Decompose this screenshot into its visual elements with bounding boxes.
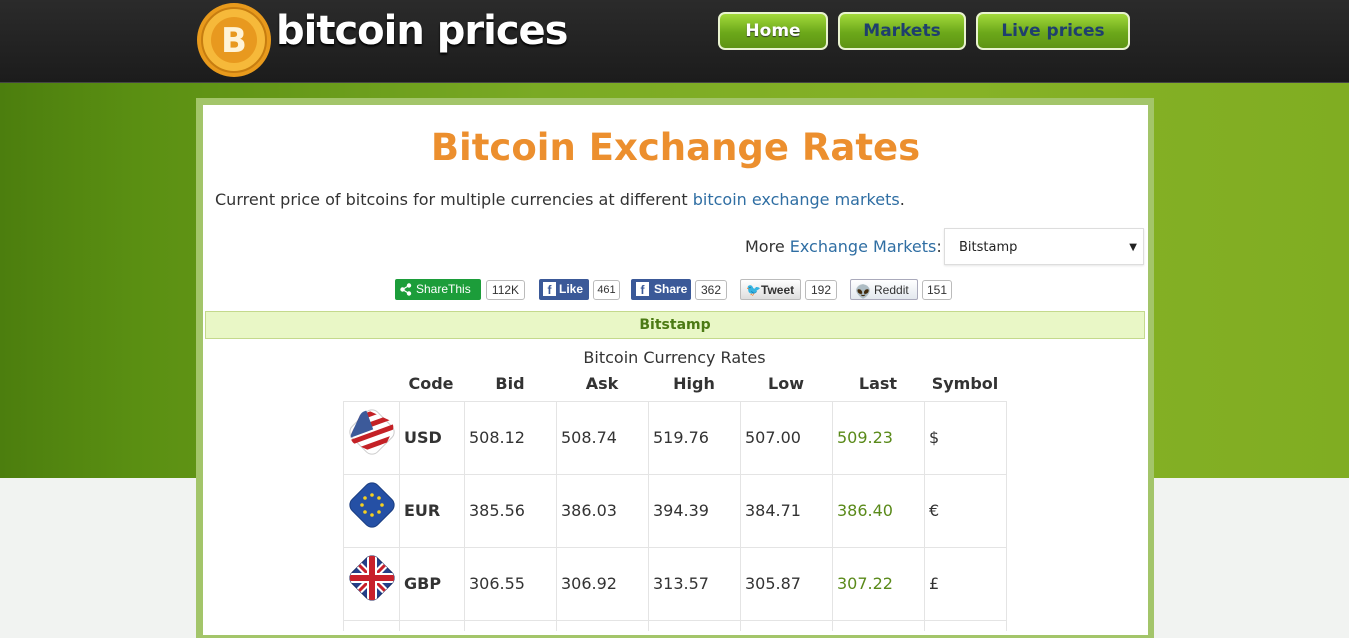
market-select-value: Bitstamp: [959, 240, 1018, 255]
intro-text: Current price of bitcoins for multiple c…: [215, 190, 905, 209]
site-header: B bitcoin prices Home Markets Live price…: [0, 0, 1349, 83]
symbol-cell: $: [924, 402, 1007, 474]
market-name-bar: Bitstamp: [205, 311, 1145, 339]
share-label: Share: [654, 282, 688, 296]
ask-cell: 508.74: [556, 402, 648, 474]
reddit-label: Reddit: [874, 283, 909, 297]
bitcoin-logo-icon[interactable]: B: [196, 2, 272, 78]
last-cell: [832, 621, 924, 631]
flag-cell: [343, 402, 399, 474]
facebook-share-icon: f: [636, 282, 649, 297]
last-cell: 509.23: [832, 402, 924, 474]
rates-table: USD 508.12 508.74 519.76 507.00 509.23 $…: [343, 401, 1007, 631]
table-row: EUR 385.56 386.03 394.39 384.71 386.40 €: [343, 474, 1007, 547]
header-low: Low: [768, 374, 804, 393]
sharethis-count: 112K: [486, 280, 525, 300]
more-label-colon: :: [936, 237, 942, 256]
tweet-button[interactable]: 🐦 Tweet: [740, 279, 801, 300]
svg-text:B: B: [221, 21, 247, 61]
us-flag-icon: [348, 408, 396, 455]
code-cell: USD: [399, 402, 464, 474]
tweet-label: Tweet: [761, 283, 795, 297]
exchange-markets-link[interactable]: bitcoin exchange markets: [693, 190, 900, 209]
last-cell: 307.22: [832, 548, 924, 620]
nav-home-button[interactable]: Home: [718, 12, 828, 50]
high-cell: [648, 621, 740, 631]
more-exchange-markets-link[interactable]: Exchange Markets: [790, 237, 937, 256]
reddit-count: 151: [922, 280, 952, 300]
code-cell: [399, 621, 464, 631]
like-count: 461: [593, 280, 620, 300]
last-cell: 386.40: [832, 475, 924, 547]
ask-cell: 386.03: [556, 475, 648, 547]
flag-cell: [343, 621, 399, 631]
symbol-cell: €: [924, 475, 1007, 547]
more-label-text: More: [745, 237, 790, 256]
high-cell: 313.57: [648, 548, 740, 620]
dropdown-arrow-icon: ▼: [1129, 242, 1137, 253]
header-code: Code: [408, 374, 454, 393]
nav-live-prices-button[interactable]: Live prices: [976, 12, 1130, 50]
ask-cell: [556, 621, 648, 631]
sharethis-button[interactable]: ShareThis: [395, 279, 481, 300]
header-ask: Ask: [585, 374, 619, 393]
market-select[interactable]: Bitstamp ▼: [944, 228, 1144, 265]
facebook-like-button[interactable]: f Like: [539, 279, 589, 300]
low-cell: 305.87: [740, 548, 832, 620]
symbol-cell: [924, 621, 1007, 631]
twitter-bird-icon: 🐦: [746, 283, 761, 297]
flag-cell: [343, 548, 399, 620]
header-bid: Bid: [495, 374, 525, 393]
table-row: GBP 306.55 306.92 313.57 305.87 307.22 £: [343, 547, 1007, 620]
facebook-icon: f: [543, 282, 556, 297]
low-cell: 384.71: [740, 475, 832, 547]
reddit-button[interactable]: 👽 Reddit: [850, 279, 918, 300]
facebook-share-button[interactable]: f Share: [631, 279, 691, 300]
table-caption: Bitcoin Currency Rates: [583, 348, 766, 367]
uk-flag-icon: [348, 554, 396, 602]
bid-cell: 306.55: [464, 548, 556, 620]
eu-flag-icon: [349, 482, 395, 528]
tweet-count: 192: [805, 280, 837, 300]
header-last: Last: [858, 374, 898, 393]
high-cell: 394.39: [648, 475, 740, 547]
share-count: 362: [695, 280, 727, 300]
intro-text-start: Current price of bitcoins for multiple c…: [215, 190, 693, 209]
sharethis-label: ShareThis: [416, 282, 471, 296]
flag-cell: [343, 475, 399, 547]
bid-cell: [464, 621, 556, 631]
header-symbol: Symbol: [931, 374, 999, 393]
intro-text-end: .: [899, 190, 905, 209]
high-cell: 519.76: [648, 402, 740, 474]
symbol-cell: £: [924, 548, 1007, 620]
low-cell: [740, 621, 832, 631]
nav-markets-button[interactable]: Markets: [838, 12, 966, 50]
code-cell: EUR: [399, 475, 464, 547]
site-logo-text[interactable]: bitcoin prices: [276, 8, 568, 54]
header-high: High: [673, 374, 715, 393]
low-cell: 507.00: [740, 402, 832, 474]
code-cell: GBP: [399, 548, 464, 620]
reddit-alien-icon: 👽: [855, 284, 872, 299]
table-row: USD 508.12 508.74 519.76 507.00 509.23 $: [343, 401, 1007, 474]
bid-cell: 385.56: [464, 475, 556, 547]
share-icon: [400, 283, 412, 296]
more-markets-label: More Exchange Markets:: [745, 237, 942, 256]
like-label: Like: [559, 282, 584, 296]
page-title: Bitcoin Exchange Rates: [430, 126, 921, 169]
ask-cell: 306.92: [556, 548, 648, 620]
bid-cell: 508.12: [464, 402, 556, 474]
